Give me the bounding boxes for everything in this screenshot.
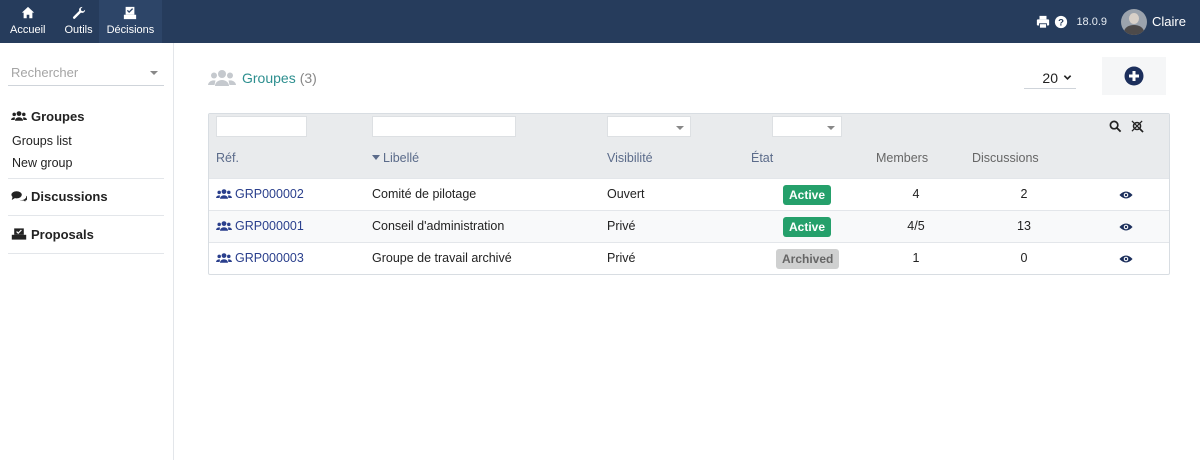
eye-icon[interactable] [1119, 253, 1133, 265]
group-ref-link[interactable]: GRP000001 [216, 219, 304, 233]
chevron-down-icon [676, 126, 684, 130]
topnav-outils[interactable]: Outils [50, 0, 98, 43]
users-icon [216, 253, 232, 263]
topnav-accueil[interactable]: Accueil [0, 0, 50, 43]
home-icon [21, 6, 34, 19]
topnav-decisions[interactable]: Décisions [98, 0, 163, 43]
group-ref: GRP000001 [235, 219, 304, 233]
column-header-ref[interactable]: Réf. [216, 151, 239, 165]
main-content: Groupes (3) 20 Réf. Libellé Visibilité É… [174, 43, 1200, 460]
column-header-label-text: Libellé [383, 151, 420, 165]
sidebar-item-discussions[interactable]: Discussions [8, 186, 164, 206]
menu-block-groupes: Groupes Groups list New group [8, 106, 164, 179]
group-visibility: Privé [607, 219, 636, 233]
search-input[interactable] [8, 60, 148, 84]
users-icon [216, 189, 232, 199]
page-title: Groupes (3) [208, 69, 317, 87]
filter-label-input[interactable] [372, 116, 516, 137]
per-page-value: 20 [1042, 69, 1058, 86]
column-header-members: Members [876, 151, 929, 165]
avatar [1121, 8, 1148, 35]
group-members: 4 [912, 187, 920, 201]
group-visibility: Privé [607, 251, 636, 265]
sidebar: Groupes Groups list New group Discussion… [0, 43, 174, 460]
comments-icon [11, 191, 27, 202]
group-discussions: 2 [1020, 187, 1028, 201]
chevron-down-icon [1063, 75, 1072, 80]
sidebar-item-groupes[interactable]: Groupes [8, 106, 164, 126]
group-ref-link[interactable]: GRP000002 [216, 187, 304, 201]
wrench-icon [72, 6, 85, 19]
sidebar-search[interactable] [8, 60, 164, 86]
menu-block-discussions: Discussions [8, 186, 164, 216]
svg-text:?: ? [1059, 17, 1065, 28]
table-row: GRP000002 Comité de pilotage Ouvert Acti… [209, 178, 1169, 210]
group-label: Comité de pilotage [372, 187, 477, 201]
help-icon[interactable]: ? [1054, 15, 1068, 29]
chevron-down-icon[interactable] [150, 71, 158, 75]
user-name: Claire [1152, 14, 1186, 29]
column-header-label[interactable]: Libellé [372, 151, 419, 165]
page-title-count: (3) [299, 70, 317, 86]
sort-desc-icon [372, 155, 380, 161]
sidebar-link-new-group[interactable]: New group [8, 152, 164, 174]
eye-icon[interactable] [1119, 221, 1133, 233]
groups-table: Réf. Libellé Visibilité État Members Dis… [208, 113, 1170, 275]
top-bar: Accueil Outils Décisions ? 18.0.9 Claire [0, 0, 1200, 43]
page-title-text: Groupes [242, 70, 296, 86]
print-icon[interactable] [1036, 15, 1050, 29]
table-header: Réf. Libellé Visibilité État Members Dis… [209, 114, 1169, 178]
users-icon [216, 221, 232, 231]
eye-icon[interactable] [1119, 189, 1133, 201]
filter-state-select[interactable] [772, 116, 842, 137]
clear-search-icon[interactable] [1131, 120, 1144, 133]
sidebar-item-proposals-label: Proposals [31, 226, 94, 242]
sidebar-item-discussions-label: Discussions [31, 188, 108, 204]
sidebar-item-proposals[interactable]: Proposals [8, 224, 164, 244]
topnav-decisions-label: Décisions [106, 24, 155, 36]
top-nav: Accueil Outils Décisions [0, 0, 163, 43]
filter-ref-input[interactable] [216, 116, 307, 137]
status-badge: Active [783, 217, 832, 237]
top-right-tools: ? 18.0.9 Claire [1036, 0, 1200, 43]
column-header-visibility[interactable]: Visibilité [607, 151, 653, 165]
table-row: GRP000001 Conseil d'administration Privé… [209, 210, 1169, 242]
topnav-accueil-label: Accueil [10, 24, 46, 36]
group-label: Conseil d'administration [372, 219, 505, 233]
group-label: Groupe de travail archivé [372, 251, 512, 265]
ballot-box-icon [11, 228, 27, 240]
group-discussions: 0 [1020, 251, 1028, 265]
group-members: 4/5 [907, 219, 925, 233]
column-header-discussions: Discussions [972, 151, 1039, 165]
group-ref: GRP000002 [235, 187, 304, 201]
add-group-button[interactable] [1102, 57, 1166, 95]
status-badge: Active [783, 185, 832, 205]
chevron-down-icon [827, 126, 835, 130]
sidebar-item-groupes-label: Groupes [31, 108, 85, 124]
users-icon [208, 70, 236, 86]
status-badge: Archived [776, 249, 840, 269]
group-ref: GRP000003 [235, 251, 304, 265]
group-discussions: 13 [1017, 219, 1031, 233]
plus-circle-icon [1124, 66, 1144, 86]
table-row: GRP000003 Groupe de travail archivé Priv… [209, 242, 1169, 274]
group-members: 1 [912, 251, 920, 265]
search-icon[interactable] [1109, 120, 1122, 133]
topnav-outils-label: Outils [64, 24, 93, 36]
menu-block-proposals: Proposals [8, 224, 164, 254]
ballot-box-icon [124, 6, 137, 20]
users-icon [11, 111, 27, 121]
group-ref-link[interactable]: GRP000003 [216, 251, 304, 265]
column-header-state[interactable]: État [751, 151, 773, 165]
user-menu[interactable]: Claire [1121, 0, 1200, 43]
filter-visibility-select[interactable] [607, 116, 691, 137]
group-visibility: Ouvert [607, 187, 645, 201]
version-label: 18.0.9 [1076, 15, 1108, 28]
per-page-select[interactable]: 20 [1024, 67, 1076, 89]
sidebar-link-groups-list[interactable]: Groups list [8, 130, 164, 152]
